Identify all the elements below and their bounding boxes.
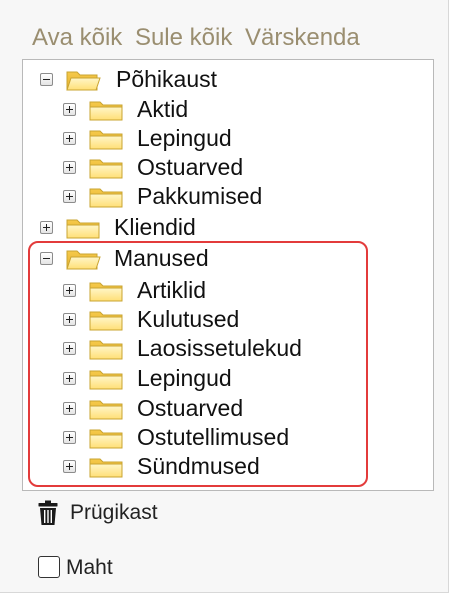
size-label: Maht xyxy=(66,556,113,579)
folder-open-icon xyxy=(65,68,101,92)
tree-node-label[interactable]: Ostuarved xyxy=(137,395,243,422)
expand-toggle-icon[interactable] xyxy=(63,402,76,415)
folder-panel: Ava kõik Sule kõik Värskenda Põhikaust A… xyxy=(0,0,449,593)
refresh-link[interactable]: Värskenda xyxy=(245,24,360,51)
tree-node-label[interactable]: Pakkumised xyxy=(137,183,262,210)
expand-toggle-icon[interactable] xyxy=(40,221,53,234)
tree-node-label[interactable]: Kulutused xyxy=(137,306,239,333)
folder-icon xyxy=(88,279,124,303)
tree-node[interactable]: Aktid xyxy=(63,95,188,124)
expand-toggle-icon[interactable] xyxy=(63,161,76,174)
tree-node-label[interactable]: Laosissetulekud xyxy=(137,335,302,362)
close-all-link[interactable]: Sule kõik xyxy=(135,24,232,51)
tree-node[interactable]: Sündmused xyxy=(63,452,260,481)
tree-node[interactable]: Kulutused xyxy=(63,305,239,334)
folder-open-icon xyxy=(65,247,101,271)
expand-toggle-icon[interactable] xyxy=(63,372,76,385)
expand-toggle-icon[interactable] xyxy=(63,190,76,203)
expand-toggle-icon[interactable] xyxy=(63,342,76,355)
tree-toolbar: Ava kõik Sule kõik Värskenda xyxy=(32,24,360,52)
tree-node[interactable]: Ostutellimused xyxy=(63,423,289,452)
folder-icon xyxy=(88,426,124,450)
expand-toggle-icon[interactable] xyxy=(63,431,76,444)
collapse-toggle-icon[interactable] xyxy=(40,252,53,265)
tree-node[interactable]: Artiklid xyxy=(63,276,206,305)
folder-icon xyxy=(88,397,124,421)
tree-node-label[interactable]: Aktid xyxy=(137,96,188,123)
tree-node-label[interactable]: Ostutellimused xyxy=(137,424,289,451)
trash-label: Prügikast xyxy=(70,501,158,524)
folder-icon xyxy=(65,216,101,240)
tree-node-label[interactable]: Põhikaust xyxy=(114,66,220,93)
tree-node-label[interactable]: Manused xyxy=(114,245,209,272)
size-checkbox[interactable] xyxy=(38,556,60,578)
folder-icon xyxy=(88,185,124,209)
folder-icon xyxy=(88,455,124,479)
tree-node[interactable]: Laosissetulekud xyxy=(63,334,302,363)
expand-toggle-icon[interactable] xyxy=(63,313,76,326)
tree-node[interactable]: Ostuarved xyxy=(63,153,243,182)
tree-node-label[interactable]: Lepingud xyxy=(137,125,232,152)
expand-toggle-icon[interactable] xyxy=(63,132,76,145)
tree-node-root[interactable]: Põhikaust xyxy=(40,65,220,94)
tree-node[interactable]: Ostuarved xyxy=(63,394,243,423)
tree-node-clients[interactable]: Kliendid xyxy=(40,213,196,242)
tree-node-label[interactable]: Lepingud xyxy=(137,365,232,392)
trash-icon xyxy=(38,500,58,525)
folder-icon xyxy=(88,337,124,361)
folder-icon xyxy=(88,308,124,332)
open-all-link[interactable]: Ava kõik xyxy=(32,24,122,51)
expand-toggle-icon[interactable] xyxy=(63,284,76,297)
folder-icon xyxy=(88,156,124,180)
tree-node[interactable]: Lepingud xyxy=(63,124,232,153)
expand-toggle-icon[interactable] xyxy=(63,103,76,116)
tree-node-label[interactable]: Kliendid xyxy=(114,214,196,241)
tree-node-label[interactable]: Sündmused xyxy=(137,453,260,480)
trash-item[interactable]: Prügikast xyxy=(38,500,158,526)
folder-icon xyxy=(88,127,124,151)
tree-node-label[interactable]: Ostuarved xyxy=(137,154,243,181)
folder-icon xyxy=(88,367,124,391)
collapse-toggle-icon[interactable] xyxy=(40,73,53,86)
tree-node-label[interactable]: Artiklid xyxy=(137,277,206,304)
tree-node-attachments[interactable]: Manused xyxy=(40,244,209,273)
tree-node[interactable]: Pakkumised xyxy=(63,182,262,211)
tree-node[interactable]: Lepingud xyxy=(63,364,232,393)
size-option: Maht xyxy=(38,556,113,578)
expand-toggle-icon[interactable] xyxy=(63,460,76,473)
folder-icon xyxy=(88,98,124,122)
